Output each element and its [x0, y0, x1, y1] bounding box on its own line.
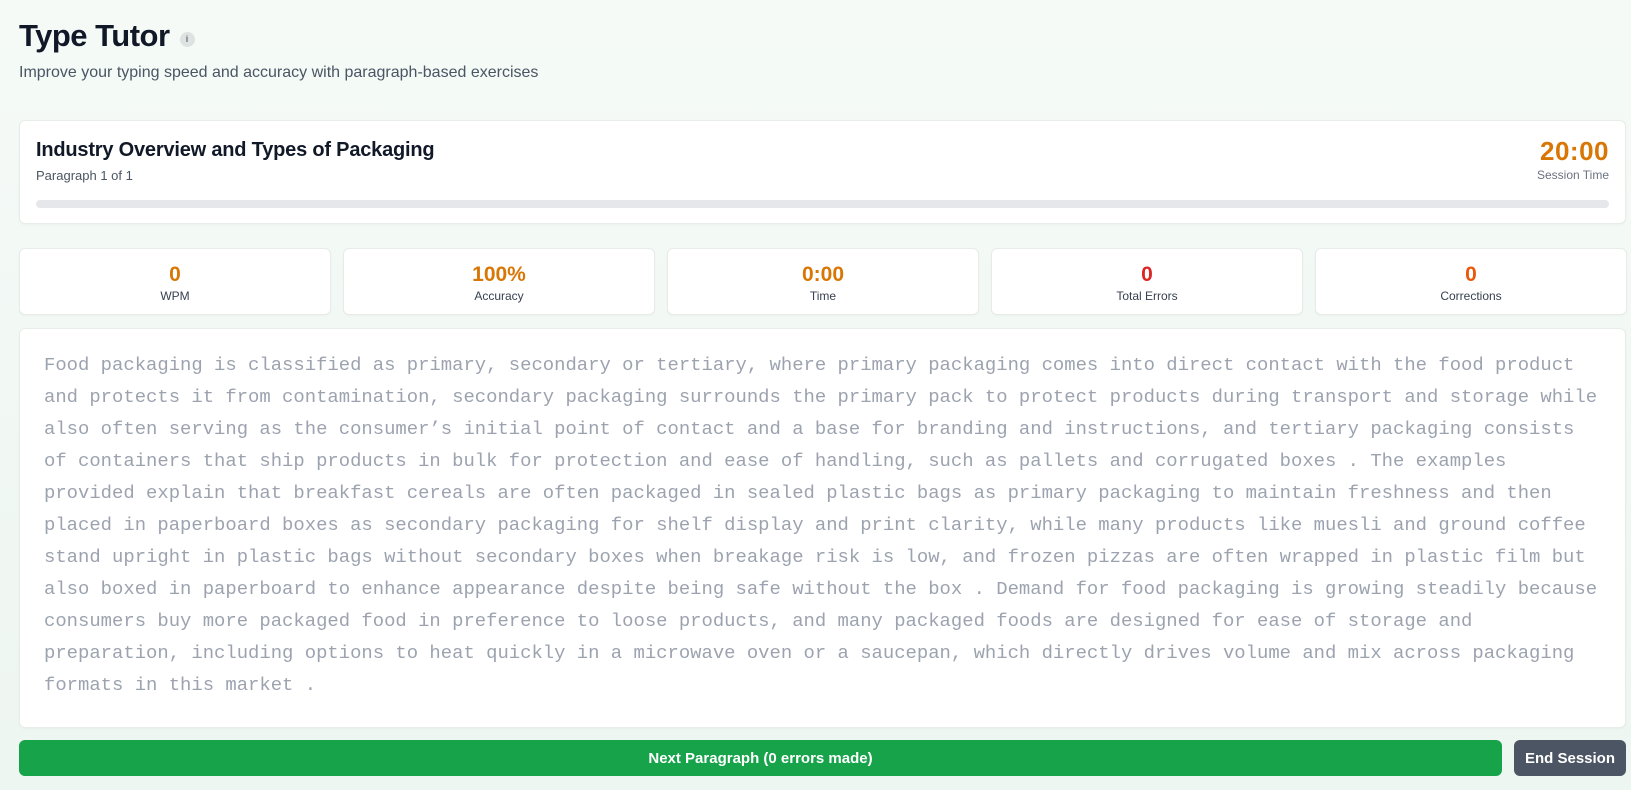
session-timer: 20:00 Session Time: [1537, 136, 1609, 182]
stat-label: Time: [809, 289, 837, 303]
stat-time: 0:00 Time: [667, 248, 979, 315]
stat-corrections: 0 Corrections: [1315, 248, 1627, 315]
stat-value: 100%: [472, 263, 526, 286]
stat-label: WPM: [160, 289, 190, 303]
stat-value: 0: [169, 263, 181, 286]
stat-value: 0:00: [801, 263, 845, 286]
session-time-value: 20:00: [1540, 136, 1609, 166]
stat-wpm: 0 WPM: [19, 248, 331, 315]
typing-area[interactable]: Food packaging is classified as primary,…: [19, 328, 1626, 728]
next-paragraph-button[interactable]: Next Paragraph (0 errors made): [19, 740, 1502, 776]
session-time-label: Session Time: [1536, 168, 1609, 182]
paragraph-header-card: Industry Overview and Types of Packaging…: [19, 120, 1626, 224]
paragraph-progress-bar: [36, 200, 1609, 208]
app-subtitle: Improve your typing speed and accuracy w…: [19, 64, 539, 81]
paragraph-text[interactable]: Food packaging is classified as primary,…: [44, 349, 1601, 701]
stat-value: 0: [1465, 263, 1477, 286]
stat-label: Accuracy: [474, 289, 524, 303]
paragraph-title: Industry Overview and Types of Packaging: [36, 139, 435, 161]
app-header: Type Tutor i Improve your typing speed a…: [19, 18, 538, 82]
stat-accuracy: 100% Accuracy: [343, 248, 655, 315]
end-session-button[interactable]: End Session: [1514, 740, 1626, 776]
stat-total-errors: 0 Total Errors: [991, 248, 1303, 315]
stat-label: Total Errors: [1116, 289, 1178, 303]
app-title: Type Tutor: [19, 18, 170, 53]
stat-value: 0: [1141, 263, 1153, 286]
info-icon[interactable]: i: [179, 31, 195, 47]
paragraph-counter: Paragraph 1 of 1: [36, 168, 133, 183]
stat-label: Corrections: [1440, 289, 1502, 303]
